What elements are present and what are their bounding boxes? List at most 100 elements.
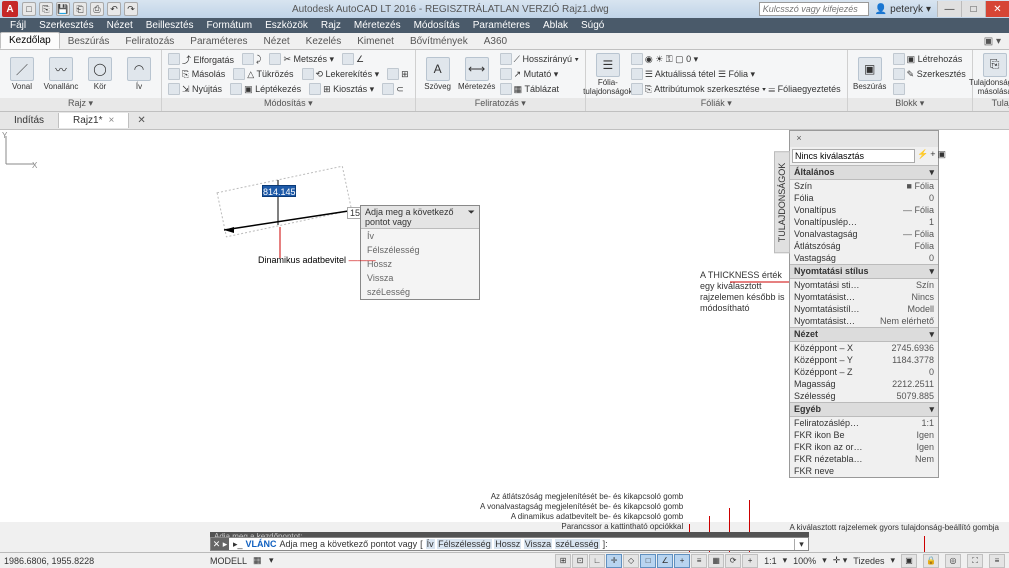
ribbontab-4[interactable]: Nézet — [256, 34, 298, 49]
ribbon-small-button[interactable]: ∠ — [340, 52, 366, 66]
new-icon[interactable]: □ — [22, 2, 36, 16]
panel-title[interactable]: Feliratozás ▾ — [416, 98, 585, 111]
anno-scale[interactable]: 1:1 — [764, 556, 777, 566]
prop-group-header[interactable]: Általános▾ — [790, 165, 938, 180]
selection-filter-input[interactable] — [792, 149, 915, 163]
menu-eszközök[interactable]: Eszközök — [259, 19, 314, 32]
plot-icon[interactable]: ⎙ — [90, 2, 104, 16]
lineweight-button[interactable]: ≡ — [691, 554, 707, 568]
prop-row[interactable]: Vonalvastagság— Fólia — [790, 228, 938, 240]
prop-row[interactable]: FKR ikon az or…Igen — [790, 441, 938, 453]
prop-row[interactable]: Nyomtatásist…Nincs — [790, 291, 938, 303]
redo-icon[interactable]: ↷ — [124, 2, 138, 16]
prop-row[interactable]: Középpont – Y1184.3778 — [790, 354, 938, 366]
menu-fájl[interactable]: Fájl — [4, 19, 32, 32]
ribbon-small-button[interactable]: ⟋ Hosszirányú ▾ — [498, 52, 581, 66]
maximize-button[interactable]: □ — [961, 1, 985, 17]
panel-title[interactable]: Módosítás ▾ — [162, 98, 415, 111]
ribbon-small-button[interactable]: ⊞ Kiosztás ▾ — [307, 82, 376, 96]
menu-szerkesztés[interactable]: Szerkesztés — [33, 19, 99, 32]
annomonitor-button[interactable]: + — [742, 554, 758, 568]
save-icon[interactable]: 💾 — [56, 2, 70, 16]
ribbontab-5[interactable]: Kezelés — [298, 34, 350, 49]
menu-formátum[interactable]: Formátum — [201, 19, 259, 32]
prop-row[interactable]: FKR neve — [790, 465, 938, 477]
ribbontab-3[interactable]: Paraméteres — [182, 34, 255, 49]
prop-group-header[interactable]: Nézet▾ — [790, 327, 938, 342]
prop-row[interactable]: Vonaltípus— Fólia — [790, 204, 938, 216]
prop-group-header[interactable]: Egyéb▾ — [790, 402, 938, 417]
ribbon-button[interactable]: ◠Ív — [121, 52, 157, 96]
zoom-level[interactable]: 100% — [793, 556, 816, 566]
dynamic-menu-item[interactable]: Félszélesség — [361, 243, 479, 257]
prop-row[interactable]: Szín■ Fólia — [790, 180, 938, 192]
panel-title[interactable]: Rajz ▾ — [0, 98, 161, 111]
palette-close-icon[interactable]: × — [793, 133, 805, 145]
ribbon-small-button[interactable]: ⟲ Lekerekítés ▾ — [300, 67, 382, 81]
prop-row[interactable]: ÁtlátszóságFólia — [790, 240, 938, 252]
selectobj-icon[interactable]: ▣ — [937, 149, 946, 163]
panel-title[interactable]: Tulajdonságok ▾ — [973, 98, 1009, 111]
cmdline-dropdown[interactable]: ▾ — [794, 539, 808, 550]
prop-row[interactable]: Vastagság0 — [790, 252, 938, 264]
prop-row[interactable]: Szélesség5079.885 — [790, 390, 938, 402]
prop-row[interactable]: Fólia0 — [790, 192, 938, 204]
ribbon-button[interactable]: ⎘Tulajdonságok másolása — [977, 52, 1009, 96]
ribbon-small-button[interactable]: ⊞ — [385, 67, 411, 81]
prop-group-header[interactable]: Nyomtatási stílus▾ — [790, 264, 938, 279]
ribbon-small-button[interactable]: △ Tükrözés — [231, 67, 295, 81]
ribbon-small-button[interactable]: ✎ Szerkesztés — [891, 67, 968, 81]
ribbon-button[interactable]: ◯Kör — [82, 52, 118, 96]
quickprops-button[interactable]: ▣ — [901, 554, 917, 568]
new-tab-button[interactable]: ✕ — [129, 113, 153, 128]
ribbon-small-button[interactable]: ✂ Metszés ▾ — [267, 52, 336, 66]
ribbontab-8[interactable]: A360 — [476, 34, 515, 49]
coordinates-readout[interactable]: 1986.6806, 1955.8228 — [4, 556, 204, 566]
ribbon-button[interactable]: ⟷Méretezés — [459, 52, 495, 96]
model-space-button[interactable]: MODELL — [210, 556, 247, 566]
menu-rajz[interactable]: Rajz — [315, 19, 347, 32]
menu-paraméteres[interactable]: Paraméteres — [467, 19, 536, 32]
lock-ui-button[interactable]: 🔒 — [923, 554, 939, 568]
menu-módosítás[interactable]: Módosítás — [408, 19, 466, 32]
ortho-button[interactable]: ∟ — [589, 554, 605, 568]
ribbon-small-button[interactable]: ⤴ Elforgatás — [166, 52, 236, 66]
prop-row[interactable]: Nyomtatási sti…Szín — [790, 279, 938, 291]
ribbon-small-button[interactable]: ▣ Létrehozás — [891, 52, 965, 66]
transparency-button[interactable]: ▦ — [708, 554, 724, 568]
ribbontab-0[interactable]: Kezdőlap — [0, 32, 60, 49]
ribbon-small-button[interactable]: ⎘ Attribútumok szerkesztése ▾ ☰ Fóliaegy… — [629, 82, 843, 96]
customize-button[interactable]: ≡ — [989, 554, 1005, 568]
menu-ablak[interactable]: Ablak — [537, 19, 574, 32]
prop-row[interactable]: FKR nézetabla…Nem — [790, 453, 938, 465]
cmd-option[interactable]: széLesség — [555, 539, 600, 549]
dynamic-menu-item[interactable]: Ív — [361, 229, 479, 243]
otrack-button[interactable]: ∠ — [657, 554, 673, 568]
prop-row[interactable]: Vonaltípuslép…1 — [790, 216, 938, 228]
cmd-option[interactable]: Vissza — [524, 539, 552, 549]
drawing-canvas[interactable]: 814.145 15° Adja meg a következő pontot … — [0, 130, 1009, 522]
dynamic-menu-item[interactable]: Vissza — [361, 271, 479, 285]
ribbon-small-button[interactable]: ↗ Mutató ▾ — [498, 67, 561, 81]
menu-nézet[interactable]: Nézet — [101, 19, 139, 32]
cmd-option[interactable]: Hossz — [494, 539, 521, 549]
ribbon-small-button[interactable]: ▦ Táblázat — [498, 82, 561, 96]
help-search-input[interactable] — [759, 2, 869, 16]
quickselect-icon[interactable]: ⚡ — [917, 149, 928, 163]
isolate-button[interactable]: ◎ — [945, 554, 961, 568]
prop-row[interactable]: Középpont – Z0 — [790, 366, 938, 378]
cmdline-handle[interactable]: ✕ ▸ — [211, 538, 229, 550]
ribbon-minimize-icon[interactable]: ▣ ▾ — [976, 34, 1009, 49]
ribbon-small-button[interactable]: ⇲ Nyújtás — [166, 82, 224, 96]
open-icon[interactable]: ⎘ — [39, 2, 53, 16]
prop-row[interactable]: Feliratozáslép…1:1 — [790, 417, 938, 429]
minimize-button[interactable]: — — [937, 1, 961, 17]
start-tab[interactable]: Indítás — [0, 113, 59, 128]
close-button[interactable]: ✕ — [985, 1, 1009, 17]
ribbon-button[interactable]: ☰Fólia- tulajdonságok — [590, 52, 626, 96]
ribbon-small-button[interactable] — [891, 82, 909, 96]
prop-row[interactable]: Nyomtatásist…Nem elérhető — [790, 315, 938, 327]
ribbontab-6[interactable]: Kimenet — [349, 34, 402, 49]
dynamic-menu-item[interactable]: Hossz — [361, 257, 479, 271]
clean-screen-button[interactable]: ⛶ — [967, 554, 983, 568]
